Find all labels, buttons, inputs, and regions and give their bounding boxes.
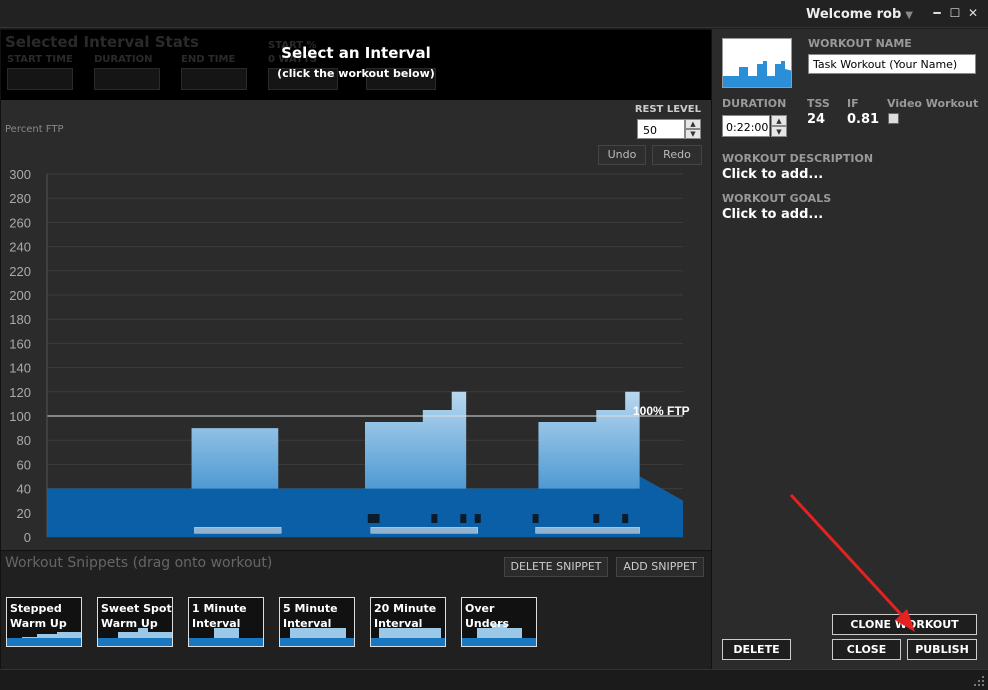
interval-marker xyxy=(431,514,438,524)
snippet-item[interactable]: Over Unders xyxy=(461,597,537,647)
status-bar xyxy=(0,669,988,690)
add-snippet-button[interactable]: ADD SNIPPET xyxy=(616,557,704,577)
interval-marker xyxy=(373,514,380,524)
rest-level-up-icon[interactable]: ▲ xyxy=(685,119,701,129)
interval-marker xyxy=(367,514,374,524)
snippet-label: 1 Minute Interval xyxy=(192,602,247,630)
close-icon[interactable]: ✕ xyxy=(966,6,980,20)
maximize-icon[interactable]: ☐ xyxy=(948,6,962,20)
snippet-label: Stepped Warm Up xyxy=(10,602,67,630)
y-tick-label: 160 xyxy=(9,336,31,351)
description-field[interactable]: Click to add... xyxy=(722,167,823,182)
interval-marker xyxy=(532,514,539,524)
y-tick-label: 100 xyxy=(9,409,31,424)
rest-level-input[interactable]: 50 xyxy=(637,119,685,139)
y-tick-label: 140 xyxy=(9,361,31,376)
y-tick-label: 60 xyxy=(17,457,31,472)
interval-selection-bar xyxy=(370,527,478,534)
interval-stats-header: Selected Interval Stats START TIME DURAT… xyxy=(1,30,711,100)
workout-profile-chart[interactable]: 0 20 40 60 80 100 120 140 160 180 200 220 240 260 280 3… xyxy=(1,100,709,550)
snippet-label: 5 Minute Interval xyxy=(283,602,338,630)
workout-details-panel: WORKOUT NAME Task Workout (Your Name) DU… xyxy=(711,29,988,669)
minimize-icon[interactable]: ━ xyxy=(930,6,944,20)
interval-selection-bar xyxy=(194,527,282,534)
y-tick-label: 80 xyxy=(17,433,31,448)
duration-up-icon[interactable]: ▲ xyxy=(771,115,787,126)
interval-marker xyxy=(622,514,629,524)
snippet-label: Over Unders xyxy=(465,602,510,630)
if-value: 0.81 xyxy=(847,112,880,127)
undo-button[interactable]: Undo xyxy=(598,145,646,165)
rest-level-label: REST LEVEL xyxy=(634,104,701,115)
select-interval-title: Select an Interval xyxy=(281,44,431,62)
y-tick-label: 260 xyxy=(9,215,31,230)
snippet-item[interactable]: Stepped Warm Up xyxy=(6,597,82,647)
interval-selection-bar xyxy=(535,527,640,534)
close-button[interactable]: CLOSE xyxy=(832,639,901,660)
snippet-label: Sweet Spot Warm Up xyxy=(101,602,172,630)
title-bar: Welcome rob ▼ ━ ☐ ✕ xyxy=(0,0,988,28)
chevron-down-icon: ▼ xyxy=(905,10,913,21)
ftp-line-label: 100% FTP xyxy=(633,404,690,418)
workout-editor-panel: Selected Interval Stats START TIME DURAT… xyxy=(0,29,711,670)
y-tick-label: 180 xyxy=(9,312,31,327)
interval-marker xyxy=(593,514,600,524)
goals-label: WORKOUT GOALS xyxy=(722,192,832,205)
rest-level-down-icon[interactable]: ▼ xyxy=(685,129,701,139)
y-axis-title: Percent FTP xyxy=(5,124,64,135)
duration-down-icon[interactable]: ▼ xyxy=(771,126,787,137)
snippets-title: Workout Snippets (drag onto workout) xyxy=(5,555,273,571)
y-tick-label: 280 xyxy=(9,191,31,206)
workout-name-label: WORKOUT NAME xyxy=(808,37,912,50)
clone-workout-button[interactable]: CLONE WORKOUT xyxy=(832,614,977,635)
y-tick-label: 40 xyxy=(17,482,31,497)
description-label: WORKOUT DESCRIPTION xyxy=(722,152,874,165)
workout-snippets-panel: Workout Snippets (drag onto workout) DEL… xyxy=(1,550,711,670)
welcome-menu[interactable]: Welcome rob ▼ xyxy=(806,7,913,22)
snippet-label: 20 Minute Interval xyxy=(374,602,437,630)
snippet-item[interactable]: 20 Minute Interval xyxy=(370,597,446,647)
tss-value: 24 xyxy=(807,112,826,127)
video-workout-label: Video Workout xyxy=(887,97,979,110)
workout-builder-window: Welcome rob ▼ ━ ☐ ✕ Selected Interval Sta… xyxy=(0,0,988,690)
workout-thumbnail-graph xyxy=(723,61,791,87)
workout-chart-area[interactable]: 0 20 40 60 80 100 120 140 160 180 200 220 240 260 280 3… xyxy=(1,100,711,550)
goals-field[interactable]: Click to add... xyxy=(722,207,823,222)
tss-label: TSS xyxy=(807,97,830,110)
duration-label: DURATION xyxy=(722,97,787,110)
delete-button[interactable]: DELETE xyxy=(722,639,791,660)
snippet-item[interactable]: 1 Minute Interval xyxy=(188,597,264,647)
resize-grip-icon[interactable] xyxy=(973,675,985,687)
snippet-item[interactable]: 5 Minute Interval xyxy=(279,597,355,647)
interval-marker xyxy=(474,514,481,524)
interval-marker xyxy=(460,514,467,524)
welcome-text: Welcome rob xyxy=(805,7,902,22)
y-tick-label: 120 xyxy=(9,385,31,400)
y-tick-label: 300 xyxy=(9,167,31,182)
workout-thumbnail xyxy=(722,38,792,88)
y-tick-label: 220 xyxy=(9,264,31,279)
y-tick-label: 0 xyxy=(24,530,31,545)
publish-button[interactable]: PUBLISH xyxy=(907,639,977,660)
select-interval-hint: (click the workout below) xyxy=(277,67,435,80)
workout-name-input[interactable]: Task Workout (Your Name) xyxy=(808,54,976,74)
y-tick-label: 200 xyxy=(9,288,31,303)
y-tick-label: 240 xyxy=(9,240,31,255)
duration-input[interactable]: 0:22:00 xyxy=(722,115,770,137)
video-workout-checkbox[interactable] xyxy=(888,113,899,124)
delete-snippet-button[interactable]: DELETE SNIPPET xyxy=(504,557,608,577)
snippet-item[interactable]: Sweet Spot Warm Up xyxy=(97,597,173,647)
y-tick-label: 20 xyxy=(17,506,31,521)
redo-button[interactable]: Redo xyxy=(652,145,702,165)
if-label: IF xyxy=(847,97,859,110)
